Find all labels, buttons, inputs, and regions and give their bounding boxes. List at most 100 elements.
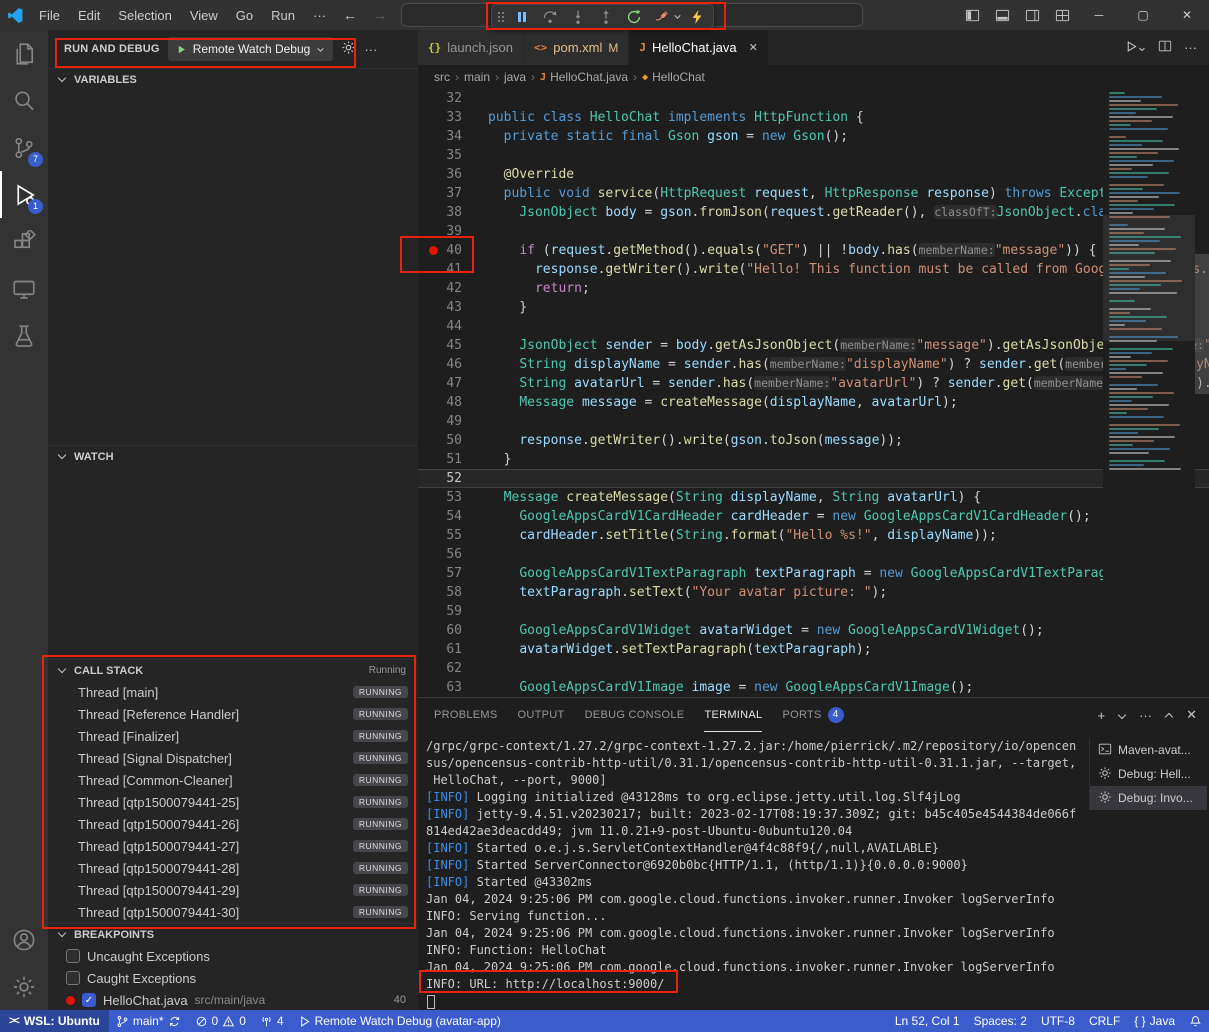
gutter-line-number[interactable]: 39 [418,222,478,241]
code-text[interactable] [478,317,1209,336]
breadcrumb-item[interactable]: java [504,70,526,84]
code-line[interactable]: 61 avatarWidget.setTextParagraph(textPar… [418,640,1209,659]
code-line[interactable]: 35 [418,146,1209,165]
call-stack-thread[interactable]: Thread [Common-Cleaner]RUNNING [48,769,418,791]
menu-view[interactable]: View [181,8,227,23]
gutter-line-number[interactable]: 34 [418,127,478,146]
gutter-line-number[interactable]: 49 [418,412,478,431]
gutter-line-number[interactable]: 38 [418,203,478,222]
code-line[interactable]: 38 JsonObject body = gson.fromJson(reque… [418,203,1209,222]
toggle-secondary-sidebar-icon[interactable] [1017,0,1047,30]
tab-HelloChat.java[interactable]: JHelloChat.java✕ [629,30,768,65]
code-text[interactable]: response.getWriter().write("Hello! This … [478,260,1209,279]
gutter-line-number[interactable]: 54 [418,507,478,526]
panel-tab-ports[interactable]: PORTS4 [782,698,843,732]
code-text[interactable] [478,659,1209,678]
code-text[interactable]: } [478,450,1209,469]
panel-tab-terminal[interactable]: TERMINAL [704,698,762,732]
code-text[interactable]: GoogleAppsCardV1Image image = new Google… [478,678,1209,697]
gutter-line-number[interactable]: 40 [418,241,478,260]
terminal-list-item[interactable]: Debug: Hell... [1090,762,1207,786]
code-line[interactable]: 63 GoogleAppsCardV1Image image = new Goo… [418,678,1209,697]
editor-scrollbar[interactable] [1195,254,1209,394]
code-line[interactable]: 47 String avatarUrl = sender.has(memberN… [418,374,1209,393]
gutter-line-number[interactable]: 32 [418,89,478,108]
code-line[interactable]: 46 String displayName = sender.has(membe… [418,355,1209,374]
code-line[interactable]: 32 [418,89,1209,108]
menu-file[interactable]: File [30,8,69,23]
panel-tab-problems[interactable]: PROBLEMS [434,698,498,732]
gutter-line-number[interactable]: 41 [418,260,478,279]
code-text[interactable] [478,146,1209,165]
code-text[interactable] [478,602,1209,621]
gutter-line-number[interactable]: 60 [418,621,478,640]
language-indicator[interactable]: { }Java [1127,1010,1182,1032]
terminal[interactable]: /grpc/grpc-context/1.27.2/grpc-context-1… [418,732,1087,1010]
code-line[interactable]: 51 } [418,450,1209,469]
gutter-line-number[interactable]: 44 [418,317,478,336]
step-into-icon[interactable] [564,6,591,28]
remote-indicator[interactable]: ><WSL: Ubuntu [0,1010,109,1032]
code-line[interactable]: 62 [418,659,1209,678]
breakpoint-row[interactable]: ✓HelloChat.javasrc/main/java40 [48,989,418,1010]
toolbar-grip-icon[interactable] [495,9,507,25]
source-control-icon[interactable]: 7 [0,124,48,171]
debug-settings-gear-icon[interactable] [341,40,356,58]
code-line[interactable]: 50 response.getWriter().write(gson.toJso… [418,431,1209,450]
breakpoint-dot[interactable] [429,246,438,255]
git-branch-indicator[interactable]: main* [109,1010,188,1032]
breakpoints-section-header[interactable]: BREAKPOINTS [48,923,418,945]
remote-explorer-icon[interactable] [0,265,48,312]
menu-selection[interactable]: Selection [109,8,180,23]
ports-indicator[interactable]: 4 [253,1010,291,1032]
code-text[interactable]: String avatarUrl = sender.has(memberName… [478,374,1209,393]
code-line[interactable]: 54 GoogleAppsCardV1CardHeader cardHeader… [418,507,1209,526]
encoding-indicator[interactable]: UTF-8 [1034,1010,1082,1032]
gutter-line-number[interactable]: 47 [418,374,478,393]
code-line[interactable]: 40 if (request.getMethod().equals("GET")… [418,241,1209,260]
explorer-icon[interactable] [0,30,48,77]
extensions-icon[interactable] [0,218,48,265]
minimap[interactable] [1103,89,1195,697]
code-text[interactable]: JsonObject body = gson.fromJson(request.… [478,203,1209,222]
close-panel-icon[interactable]: ✕ [1186,707,1197,723]
call-stack-thread[interactable]: Thread [main]RUNNING [48,681,418,703]
code-line[interactable]: 44 [418,317,1209,336]
code-line[interactable]: 33public class HelloChat implements Http… [418,108,1209,127]
tab-pom.xml[interactable]: <>pom.xmlM [524,30,629,65]
disconnect-dropdown-icon[interactable] [672,12,682,21]
call-stack-thread[interactable]: Thread [Signal Dispatcher]RUNNING [48,747,418,769]
code-text[interactable] [478,222,1209,241]
code-text[interactable]: avatarWidget.setTextParagraph(textParagr… [478,640,1209,659]
gutter-line-number[interactable]: 52 [418,469,478,488]
gutter-line-number[interactable]: 46 [418,355,478,374]
new-terminal-icon[interactable]: + [1098,708,1106,723]
code-line[interactable]: 59 [418,602,1209,621]
code-text[interactable]: GoogleAppsCardV1CardHeader cardHeader = … [478,507,1209,526]
code-text[interactable]: String displayName = sender.has(memberNa… [478,355,1209,374]
code-text[interactable]: private static final Gson gson = new Gso… [478,127,1209,146]
breadcrumb-item[interactable]: main [464,70,490,84]
code-line[interactable]: 34 private static final Gson gson = new … [418,127,1209,146]
code-text[interactable]: GoogleAppsCardV1TextParagraph textParagr… [478,564,1209,583]
menu-go[interactable]: Go [227,8,262,23]
code-line[interactable]: 60 GoogleAppsCardV1Widget avatarWidget =… [418,621,1209,640]
more-actions-icon[interactable]: ··· [1184,40,1197,55]
breakpoint-row[interactable]: Caught Exceptions [48,967,418,989]
code-line[interactable]: 42 return; [418,279,1209,298]
breadcrumb-item[interactable]: ◆HelloChat [642,70,705,84]
terminal-list-item[interactable]: Maven-avat... [1090,738,1207,762]
hot-code-replace-icon[interactable] [683,6,710,28]
code-text[interactable]: GoogleAppsCardV1Widget avatarWidget = ne… [478,621,1209,640]
pause-icon[interactable] [508,6,535,28]
maximize-icon[interactable]: ▢ [1121,0,1165,30]
code-text[interactable]: } [478,298,1209,317]
gutter-line-number[interactable]: 51 [418,450,478,469]
forward-icon[interactable]: → [365,7,395,23]
step-over-icon[interactable] [536,6,563,28]
code-text[interactable] [478,469,1209,488]
code-text[interactable]: Message message = createMessage(displayN… [478,393,1209,412]
code-text[interactable]: textParagraph.setText("Your avatar pictu… [478,583,1209,602]
code-line[interactable]: 49 [418,412,1209,431]
code-line[interactable]: 36 @Override [418,165,1209,184]
